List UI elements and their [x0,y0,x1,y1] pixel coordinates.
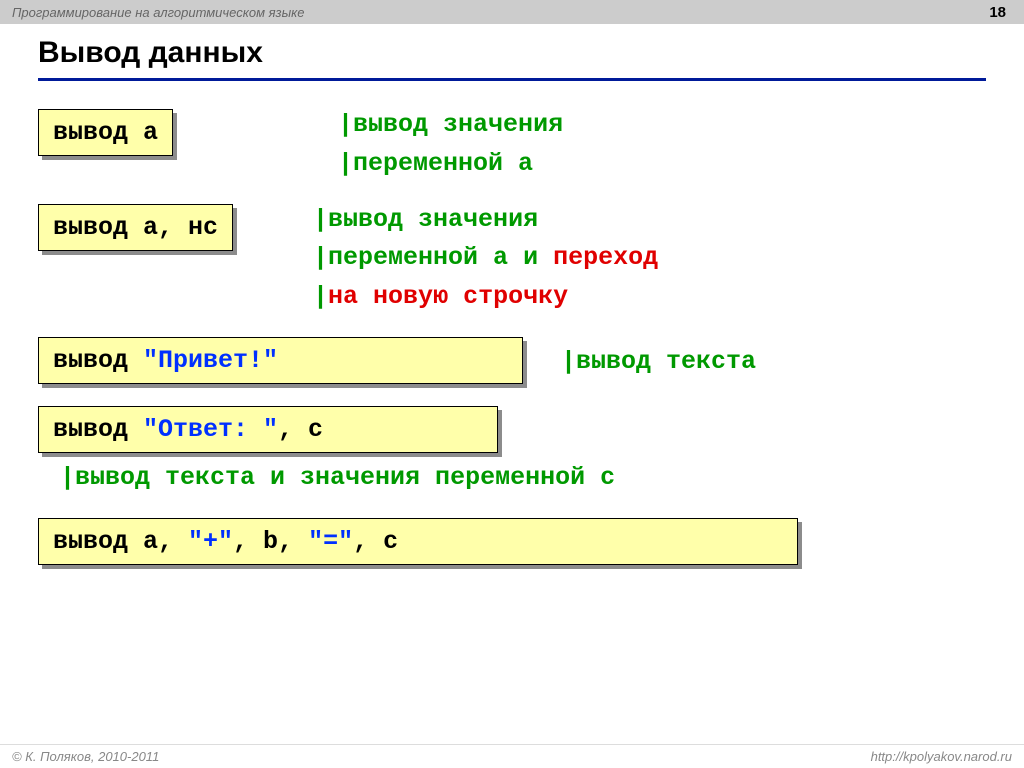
code-box-5: вывод a, "+", b, "=", c [38,518,798,565]
comment-text: переход [553,243,658,272]
header-title: Программирование на алгоритмическом язык… [12,5,305,20]
header-bar: Программирование на алгоритмическом язык… [0,0,1024,24]
comment-text: |вывод текста и значения переменной c [60,463,615,492]
comment-text: |вывод значения [313,205,538,234]
code-part: , b, [233,527,308,556]
comment-3: |вывод текста [561,343,986,382]
code-keyword: вывод [53,415,143,444]
comment-text: |вывод значения [338,110,563,139]
code-rest: , c [278,415,323,444]
footer-bar: © К. Поляков, 2010-2011 http://kpolyakov… [0,744,1024,768]
code-keyword: вывод [53,346,143,375]
comment-text: | [313,282,328,311]
code-part: a, [143,527,188,556]
slide-content: Вывод данных вывод a |вывод значения |пе… [0,24,1024,565]
footer-url: http://kpolyakov.narod.ru [871,749,1012,764]
code-part: , c [353,527,398,556]
comment-1: |вывод значения |переменной a [338,106,986,184]
code-string: "+" [188,527,233,556]
code-string: "=" [308,527,353,556]
code-box-2: вывод a, нс [38,204,233,251]
example-row-5: вывод a, "+", b, "=", c [38,518,986,565]
example-row-2: вывод a, нс |вывод значения |переменной … [38,204,986,317]
example-row-3: вывод "Привет!" |вывод текста [38,337,986,384]
code-box-3: вывод "Привет!" [38,337,523,384]
example-row-4: вывод "Ответ: ", c [38,406,986,453]
example-row-1: вывод a |вывод значения |переменной a [38,109,986,184]
comment-text: на новую строчку [328,282,568,311]
comment-text: |вывод текста [561,347,756,376]
code-box-4: вывод "Ответ: ", c [38,406,498,453]
footer-copyright: © К. Поляков, 2010-2011 [12,749,159,764]
comment-text: |переменной a и [313,243,553,272]
comment-4: |вывод текста и значения переменной c [60,463,986,492]
code-keyword: вывод [53,527,143,556]
code-string: "Ответ: " [143,415,278,444]
comment-text: |переменной a [338,149,533,178]
code-box-1: вывод a [38,109,173,156]
page-number: 18 [989,4,1012,21]
code-string: "Привет!" [143,346,278,375]
slide-title: Вывод данных [38,36,986,81]
comment-2: |вывод значения |переменной a и переход … [313,201,986,317]
